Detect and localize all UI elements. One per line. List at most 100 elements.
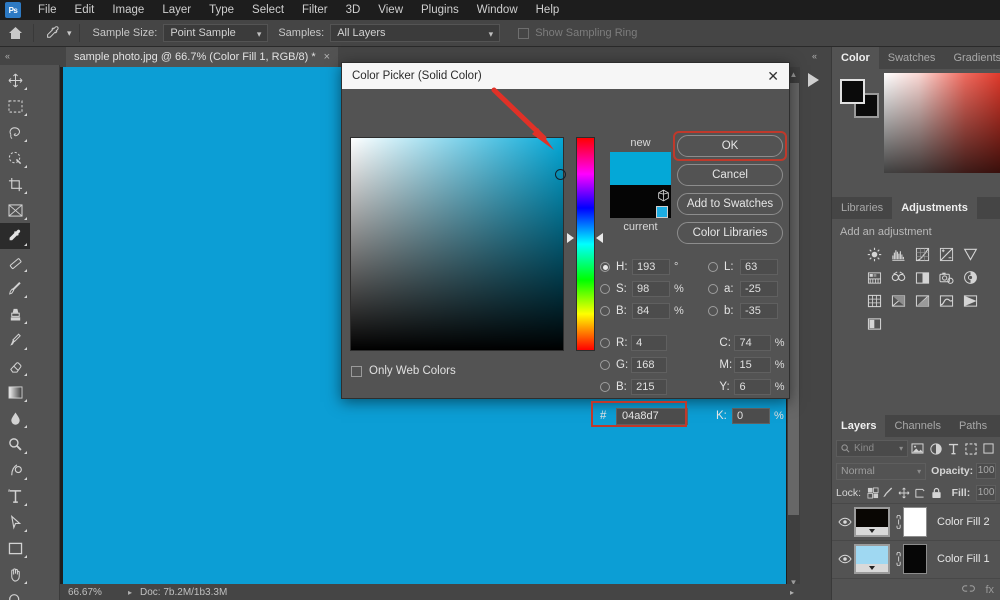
shape-layer-filter-icon[interactable] — [963, 440, 979, 457]
sample-size-select[interactable]: Point Sample ▾ — [163, 24, 269, 42]
tab-channels[interactable]: Channels — [885, 415, 949, 437]
input-magenta[interactable]: 15 — [734, 357, 771, 373]
document-tab[interactable]: sample photo.jpg @ 66.7% (Color Fill 1, … — [66, 47, 339, 67]
quick-selection-tool[interactable] — [0, 145, 30, 171]
dodge-tool[interactable] — [0, 431, 30, 457]
lock-artboard-nesting-icon[interactable] — [914, 484, 927, 501]
hue-slider[interactable] — [576, 137, 595, 351]
radio-brightness[interactable] — [600, 306, 610, 316]
layer-name[interactable]: Color Fill 2 — [937, 516, 990, 528]
layer-mask-thumbnail[interactable] — [903, 544, 927, 574]
threshold-icon[interactable] — [934, 289, 958, 312]
input-red[interactable]: 4 — [631, 335, 668, 351]
clone-stamp-tool[interactable] — [0, 301, 30, 327]
path-selection-tool[interactable] — [0, 509, 30, 535]
layer-mask-thumbnail[interactable] — [903, 507, 927, 537]
cancel-button[interactable]: Cancel — [677, 164, 783, 186]
active-tool-eyedropper-icon[interactable]: ▾ — [37, 25, 76, 41]
collapse-arrows-icon[interactable]: « — [812, 51, 817, 61]
menu-file[interactable]: File — [29, 0, 66, 20]
zoom-tool[interactable] — [0, 587, 30, 600]
radio-saturation[interactable] — [600, 284, 610, 294]
radio-green[interactable] — [600, 360, 610, 370]
layer-link-icon[interactable] — [890, 552, 903, 566]
layer-link-icon[interactable] — [890, 515, 903, 529]
exposure-icon[interactable] — [934, 243, 958, 266]
menu-type[interactable]: Type — [200, 0, 243, 20]
only-web-colors-checkbox[interactable]: Only Web Colors — [351, 365, 456, 377]
web-safe-color-swatch[interactable] — [656, 206, 668, 218]
input-lab-a[interactable]: -25 — [740, 281, 778, 297]
layer-thumbnail[interactable] — [854, 507, 890, 537]
rectangle-tool[interactable] — [0, 535, 30, 561]
posterize-icon[interactable] — [910, 289, 934, 312]
curves-icon[interactable] — [910, 243, 934, 266]
fill-value[interactable]: 100 — [976, 484, 996, 501]
input-lab-b[interactable]: -35 — [740, 303, 778, 319]
radio-lab-b[interactable] — [708, 306, 718, 316]
input-saturation[interactable]: 98 — [632, 281, 670, 297]
menu-view[interactable]: View — [369, 0, 412, 20]
color-libraries-button[interactable]: Color Libraries — [677, 222, 783, 244]
rectangular-marquee-tool[interactable] — [0, 93, 30, 119]
hue-saturation-icon[interactable] — [862, 266, 886, 289]
input-cyan[interactable]: 74 — [734, 335, 771, 351]
layer-style-icon[interactable]: fx — [985, 584, 994, 596]
input-black[interactable]: 0 — [732, 408, 770, 424]
menu-window[interactable]: Window — [468, 0, 527, 20]
menu-filter[interactable]: Filter — [293, 0, 337, 20]
adjustment-layer-filter-icon[interactable] — [928, 440, 944, 457]
eyedropper-tool[interactable] — [0, 223, 30, 249]
samples-select[interactable]: All Layers ▾ — [330, 24, 501, 42]
zoom-level[interactable]: 66.67% — [68, 587, 120, 598]
color-balance-icon[interactable] — [886, 266, 910, 289]
move-tool[interactable] — [0, 67, 30, 93]
crop-tool[interactable] — [0, 171, 30, 197]
blend-mode-select[interactable]: Normal ▾ — [836, 462, 927, 480]
menu-plugins[interactable]: Plugins — [412, 0, 468, 20]
tab-adjustments[interactable]: Adjustments — [892, 197, 977, 219]
menu-help[interactable]: Help — [527, 0, 569, 20]
eraser-tool[interactable] — [0, 353, 30, 379]
menu-select[interactable]: Select — [243, 0, 293, 20]
type-layer-filter-icon[interactable] — [945, 440, 961, 457]
home-icon[interactable] — [0, 20, 30, 47]
menu-image[interactable]: Image — [103, 0, 153, 20]
collapse-arrows-icon[interactable]: « — [5, 51, 10, 61]
lasso-tool[interactable] — [0, 119, 30, 145]
color-field-cursor[interactable] — [555, 169, 566, 180]
radio-lab-a[interactable] — [708, 284, 718, 294]
color-lookup-icon[interactable] — [862, 289, 886, 312]
layer-kind-filter-select[interactable]: Kind ▾ — [836, 440, 909, 457]
gradient-map-icon[interactable] — [958, 289, 982, 312]
tab-swatches[interactable]: Swatches — [879, 47, 945, 69]
color-ramp[interactable] — [884, 73, 1000, 173]
tab-layers[interactable]: Layers — [832, 415, 886, 437]
healing-brush-tool[interactable] — [0, 249, 30, 275]
radio-blue[interactable] — [600, 382, 610, 392]
layer-thumbnail[interactable] — [854, 544, 890, 574]
smart-object-filter-icon[interactable] — [980, 440, 996, 457]
close-icon[interactable]: ✕ — [767, 69, 779, 83]
show-sampling-ring-checkbox[interactable]: Show Sampling Ring — [518, 27, 637, 39]
layer-visibility-icon[interactable] — [836, 517, 854, 527]
tab-color[interactable]: Color — [832, 47, 879, 69]
opacity-value[interactable]: 100 — [976, 463, 996, 479]
color-panel-foreground-swatch[interactable] — [840, 79, 865, 104]
dialog-title-bar[interactable]: Color Picker (Solid Color) ✕ — [342, 63, 789, 89]
status-chevron-icon[interactable]: ▸ — [790, 588, 794, 597]
menu-edit[interactable]: Edit — [66, 0, 104, 20]
blur-tool[interactable] — [0, 405, 30, 431]
black-white-icon[interactable] — [910, 266, 934, 289]
gradient-tool[interactable] — [0, 379, 30, 405]
history-brush-tool[interactable] — [0, 327, 30, 353]
chevron-right-icon[interactable]: ▸ — [128, 588, 132, 597]
brush-tool[interactable] — [0, 275, 30, 301]
input-hue[interactable]: 193 — [632, 259, 670, 275]
layer-name[interactable]: Color Fill 1 — [937, 553, 990, 565]
brightness-contrast-icon[interactable] — [862, 243, 886, 266]
toolbar-collapse-bar[interactable]: « — [0, 47, 60, 65]
tab-gradients[interactable]: Gradients — [944, 47, 1000, 69]
link-layers-icon[interactable] — [962, 584, 976, 596]
selective-color-icon[interactable] — [862, 312, 886, 335]
